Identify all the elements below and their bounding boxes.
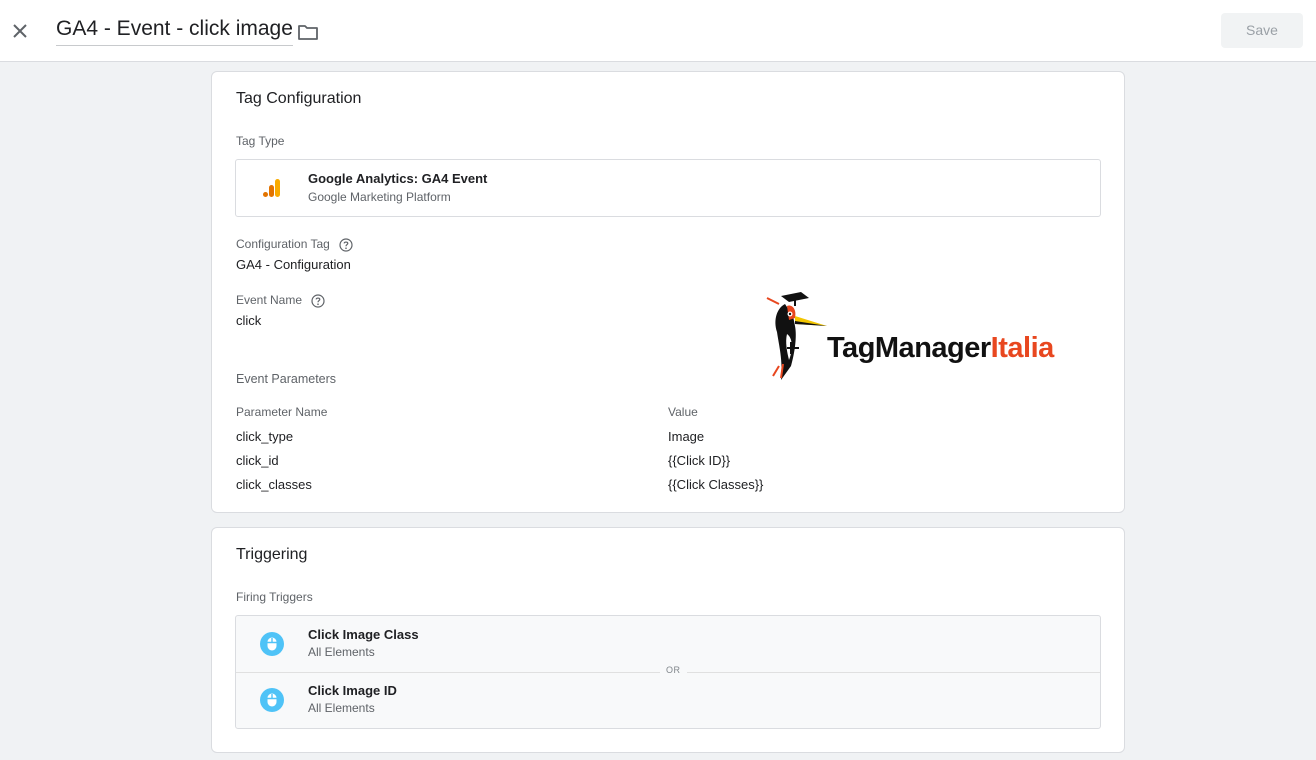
trigger-item[interactable]: Click Image ID All Elements (236, 673, 1100, 729)
tag-type-name: Google Analytics: GA4 Event (308, 171, 488, 186)
mouse-click-icon (260, 688, 284, 712)
parameter-value: {{Click ID}} (668, 453, 731, 468)
event-parameters-label: Event Parameters (236, 372, 337, 386)
trigger-item[interactable]: Click Image Class All Elements (236, 616, 1100, 672)
logo-wordmark: TagManagerItalia (827, 332, 1054, 365)
parameter-name-header: Parameter Name (236, 405, 328, 419)
trigger-sub: All Elements (308, 645, 375, 659)
value-header: Value (668, 405, 698, 419)
triggering-card[interactable]: Triggering Firing Triggers Click Image C… (211, 527, 1125, 753)
firing-triggers-label: Firing Triggers (236, 590, 313, 604)
ga4-bars-icon (263, 179, 280, 197)
logo-wordmark-part1: TagManager (827, 332, 991, 364)
trigger-sub: All Elements (308, 701, 375, 715)
parameter-name: click_type (236, 429, 294, 444)
help-icon[interactable] (311, 294, 325, 308)
configuration-tag-label: Configuration Tag (236, 237, 353, 252)
event-name-label: Event Name (236, 293, 325, 308)
card-title: Triggering (236, 546, 308, 563)
mouse-click-icon (260, 632, 284, 656)
tagmanageritalia-logo: TagManagerItalia (765, 290, 1075, 382)
save-button[interactable]: Save (1221, 13, 1303, 48)
logo-wordmark-part2: Italia (990, 332, 1055, 364)
parameter-value: Image (668, 429, 705, 444)
tag-type-selector[interactable]: Google Analytics: GA4 Event Google Marke… (235, 159, 1101, 217)
configuration-tag-label-text: Configuration Tag (236, 237, 330, 251)
tag-configuration-card[interactable]: Tag Configuration Tag Type Google Analyt… (211, 71, 1125, 513)
tag-type-provider: Google Marketing Platform (308, 190, 451, 204)
help-icon[interactable] (339, 238, 353, 252)
trigger-name: Click Image Class (308, 627, 419, 642)
tag-title-input[interactable]: GA4 - Event - click image (56, 17, 293, 46)
parameter-value: {{Click Classes}} (668, 477, 764, 492)
event-name-label-text: Event Name (236, 293, 303, 307)
folder-icon[interactable] (296, 20, 320, 44)
trigger-name: Click Image ID (308, 683, 397, 698)
firing-triggers-list: Click Image Class All Elements OR Click … (235, 615, 1101, 729)
woodpecker-mascot-icon (766, 292, 827, 380)
tag-type-label: Tag Type (236, 134, 285, 148)
editor-header: GA4 - Event - click image Save (0, 0, 1316, 62)
configuration-tag-value: GA4 - Configuration (236, 257, 351, 272)
parameter-name: click_id (236, 453, 279, 468)
event-name-value: click (236, 313, 262, 328)
parameter-name: click_classes (236, 477, 312, 492)
card-title: Tag Configuration (236, 90, 362, 107)
close-icon[interactable] (8, 19, 32, 43)
